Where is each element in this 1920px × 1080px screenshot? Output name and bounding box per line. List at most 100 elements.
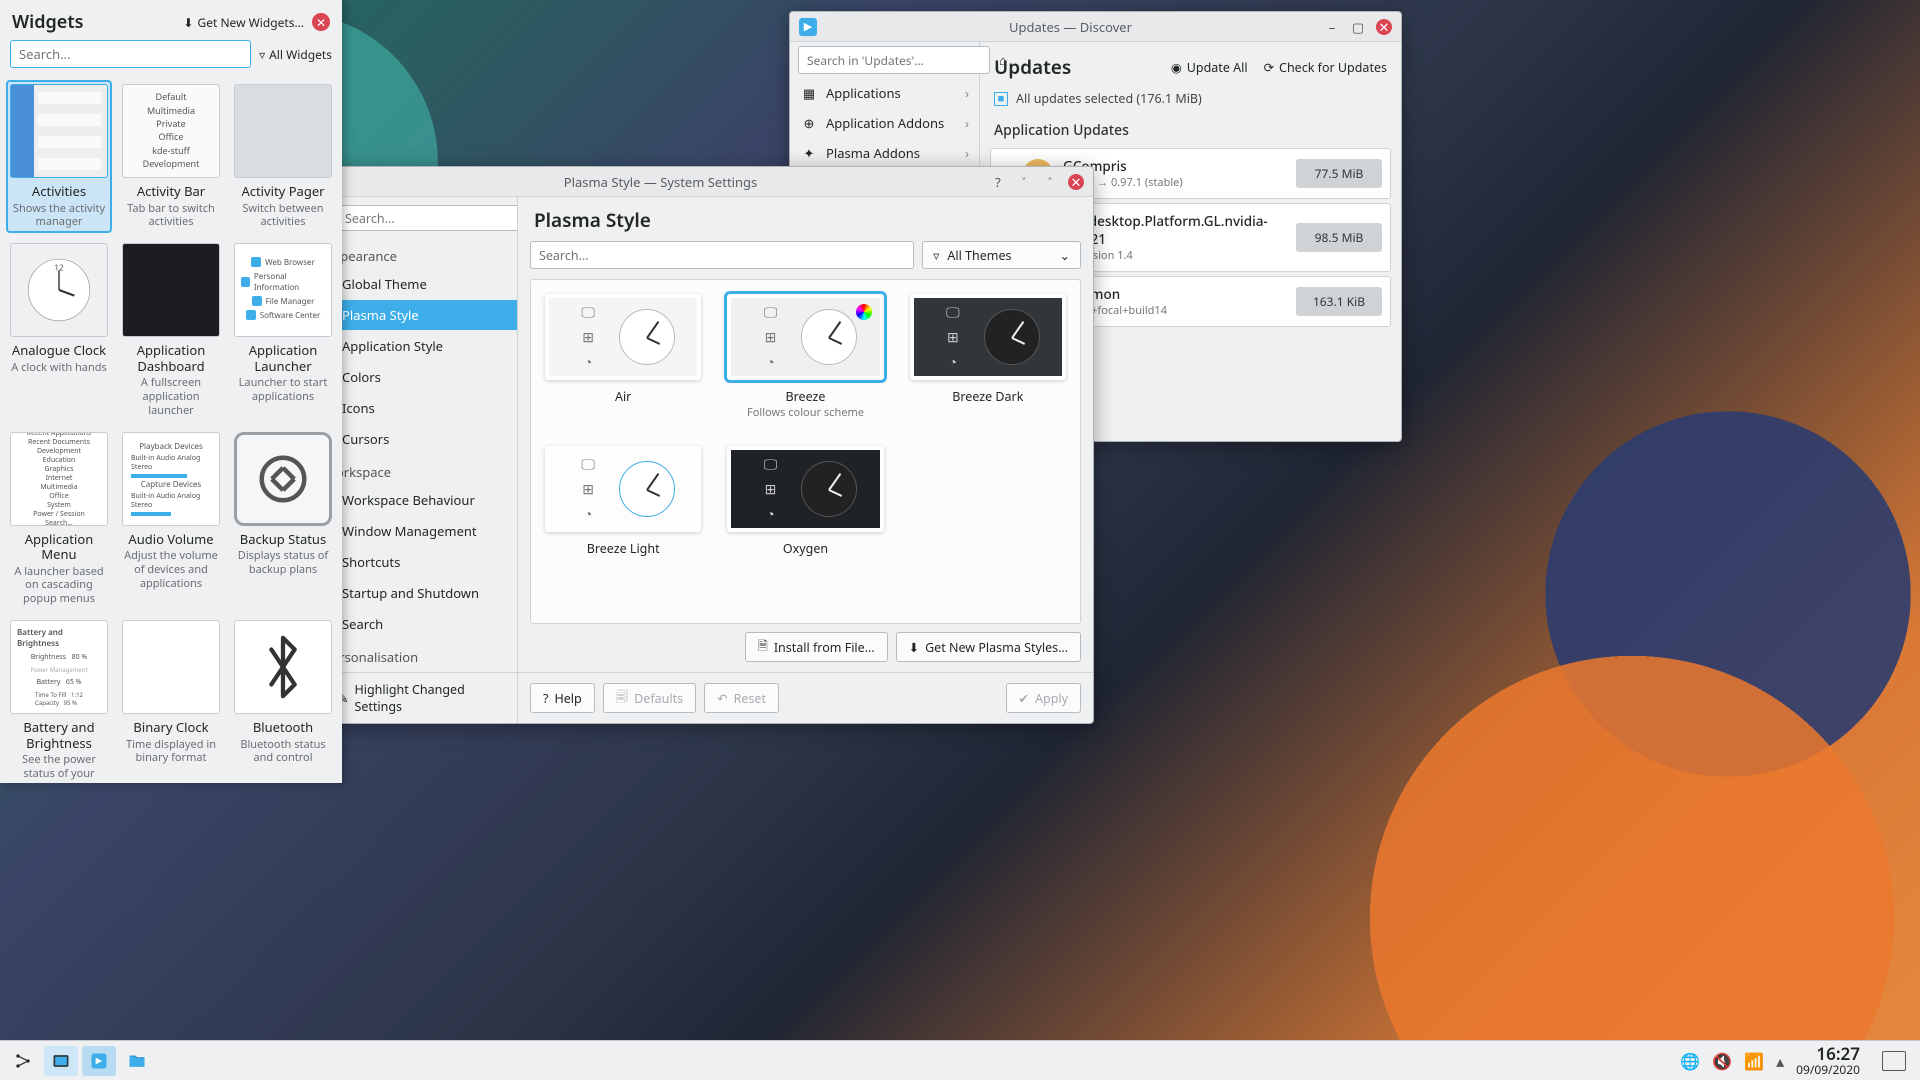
theme-card[interactable]: 🖵⊞◔ Breeze Light — [545, 446, 701, 557]
widget-thumbnail — [234, 620, 332, 714]
widget-description: Tab bar to switch activities — [122, 202, 220, 230]
settings-nav-item[interactable]: Global Theme — [328, 269, 517, 300]
settings-nav-item[interactable]: Account Details — [328, 670, 517, 672]
close-icon[interactable]: ✕ — [312, 13, 330, 31]
install-from-file-button[interactable]: 🗎Install from File… — [745, 632, 888, 662]
task-discover[interactable] — [82, 1046, 116, 1076]
discover-category[interactable]: ▦Applications› — [790, 78, 979, 108]
theme-name: Breeze Light — [545, 540, 701, 557]
system-settings-window: Plasma Style — System Settings ? ˅ ˄ ✕ ⌂… — [327, 166, 1094, 724]
show-desktop-button[interactable] — [1882, 1051, 1906, 1071]
widget-name: Activities — [10, 184, 108, 200]
discover-category[interactable]: ⊕Application Addons› — [790, 108, 979, 138]
widget-card[interactable]: Battery and BrightnessBrightness 80 %Pow… — [6, 616, 112, 783]
update-name: common — [1063, 285, 1286, 303]
download-icon: ⬇ — [183, 14, 193, 31]
theme-search-input[interactable] — [530, 241, 914, 269]
widget-card[interactable]: Activity PagerSwitch between activities — [230, 80, 336, 233]
theme-card[interactable]: 🖵⊞◔Air — [545, 294, 701, 420]
volume-muted-icon[interactable]: 🔇 — [1712, 1050, 1732, 1072]
settings-nav-item[interactable]: Shortcuts — [328, 547, 517, 578]
settings-nav-item[interactable]: Startup and Shutdown — [328, 578, 517, 609]
reset-button[interactable]: ↶Reset — [704, 683, 779, 713]
widget-card[interactable]: Backup StatusDisplays status of backup p… — [230, 428, 336, 610]
widget-description: Displays status of backup plans — [234, 549, 332, 577]
widget-card[interactable]: BluetoothBluetooth status and control — [230, 616, 336, 783]
settings-nav-item[interactable]: Window Management — [328, 516, 517, 547]
widget-card[interactable]: Playback DevicesBuilt-in Audio Analog St… — [118, 428, 224, 610]
widget-card[interactable]: ActivitiesShows the activity manager — [6, 80, 112, 233]
clock-widget[interactable]: 16:27 09/09/2020 — [1796, 1044, 1860, 1077]
settings-nav-item[interactable]: Colors — [328, 362, 517, 393]
widget-card[interactable]: DefaultMultimediaPrivateOfficekde-stuffD… — [118, 80, 224, 233]
apply-button[interactable]: ✔Apply — [1006, 683, 1081, 713]
settings-nav-item[interactable]: Workspace Behaviour — [328, 485, 517, 516]
widgets-search-input[interactable] — [10, 40, 251, 68]
minimize-icon[interactable]: – — [1324, 19, 1340, 35]
widget-card[interactable]: Binary ClockTime displayed in binary for… — [118, 616, 224, 783]
theme-name: Breeze Dark — [910, 388, 1066, 405]
category-icon: ⊕ — [800, 114, 818, 132]
widget-thumbnail — [122, 243, 220, 337]
theme-card[interactable]: 🖵⊞◔Oxygen — [727, 446, 883, 557]
updates-section-heading: Application Updates — [980, 117, 1401, 144]
help-hint-icon[interactable]: ? — [990, 174, 1006, 190]
select-all-checkbox[interactable]: ■ — [994, 92, 1008, 106]
settings-titlebar[interactable]: Plasma Style — System Settings ? ˅ ˄ ✕ — [328, 167, 1093, 197]
widgets-filter-dropdown[interactable]: ▿All Widgets — [259, 46, 332, 63]
highlight-changed-button[interactable]: ✎ Highlight Changed Settings — [328, 672, 517, 723]
widget-name: Application Menu — [10, 532, 108, 563]
settings-group-label: Workspace — [328, 455, 517, 485]
get-new-widgets-button[interactable]: ⬇Get New Widgets… — [183, 14, 304, 31]
filter-icon: ▿ — [933, 247, 939, 264]
close-icon[interactable]: ✕ — [1068, 174, 1084, 190]
theme-subtitle: Follows colour scheme — [727, 405, 883, 420]
update-detail: to version 1.4 — [1063, 248, 1286, 263]
app-launcher-button[interactable] — [6, 1046, 40, 1076]
settings-search-input[interactable] — [336, 205, 518, 231]
theme-name: Oxygen — [727, 540, 883, 557]
maximize-icon[interactable]: ▢ — [1350, 19, 1366, 35]
get-new-styles-button[interactable]: ⬇Get New Plasma Styles… — [896, 632, 1081, 662]
discover-search-input[interactable] — [798, 46, 990, 74]
settings-group-label: Appearance — [328, 239, 517, 269]
maximize-icon[interactable]: ˄ — [1042, 174, 1058, 190]
network-wifi-icon[interactable]: 📶 — [1744, 1050, 1764, 1072]
widget-thumbnail: DefaultMultimediaPrivateOfficekde-stuffD… — [122, 84, 220, 178]
undo-icon: ↶ — [717, 690, 727, 707]
theme-thumbnail: 🖵⊞◔ — [545, 446, 701, 532]
minimize-icon[interactable]: ˅ — [1016, 174, 1032, 190]
theme-card[interactable]: 🖵⊞◔Breeze Dark — [910, 294, 1066, 420]
settings-nav-item[interactable]: Cursors — [328, 424, 517, 455]
defaults-button[interactable]: 🗐Defaults — [603, 683, 696, 713]
theme-card[interactable]: 🖵⊞◔BreezeFollows colour scheme — [727, 294, 883, 420]
widget-card[interactable]: Application DashboardA fullscreen applic… — [118, 239, 224, 421]
discover-category[interactable]: ✦Plasma Addons› — [790, 138, 979, 168]
settings-nav-item[interactable]: Application Style — [328, 331, 517, 362]
settings-nav-item[interactable]: Icons — [328, 393, 517, 424]
task-system-settings[interactable] — [44, 1046, 78, 1076]
widget-name: Analogue Clock — [10, 343, 108, 359]
keyboard-layout-icon[interactable]: 🌐 — [1680, 1050, 1700, 1072]
widget-name: Activity Pager — [234, 184, 332, 200]
settings-nav-item[interactable]: Search — [328, 609, 517, 640]
widget-card[interactable]: Web BrowserPersonal InformationFile Mana… — [230, 239, 336, 421]
widget-name: Audio Volume — [122, 532, 220, 548]
task-file-manager[interactable] — [120, 1046, 154, 1076]
theme-thumbnail: 🖵⊞◔ — [545, 294, 701, 380]
tray-expand-icon[interactable]: ▴ — [1776, 1050, 1784, 1072]
theme-filter-dropdown[interactable]: ▿ All Themes ⌄ — [922, 241, 1081, 269]
selection-summary: All updates selected (176.1 MiB) — [1016, 90, 1202, 107]
help-button[interactable]: ?Help — [530, 683, 595, 713]
widget-card[interactable]: Recent ApplicationsRecent DocumentsDevel… — [6, 428, 112, 610]
discover-app-icon: ▶ — [799, 18, 817, 36]
settings-nav-item[interactable]: Plasma Style — [328, 300, 517, 331]
discover-titlebar[interactable]: ▶ Updates — Discover – ▢ ✕ — [790, 12, 1401, 42]
check-updates-button[interactable]: ⟳Check for Updates — [1264, 59, 1387, 76]
close-icon[interactable]: ✕ — [1376, 19, 1392, 35]
widget-card[interactable]: 12Analogue ClockA clock with hands — [6, 239, 112, 421]
widget-name: Battery and Brightness — [10, 720, 108, 751]
widget-thumbnail — [122, 620, 220, 714]
discover-heading: Updates — [994, 54, 1071, 80]
update-all-button[interactable]: ◉Update All — [1171, 59, 1248, 76]
